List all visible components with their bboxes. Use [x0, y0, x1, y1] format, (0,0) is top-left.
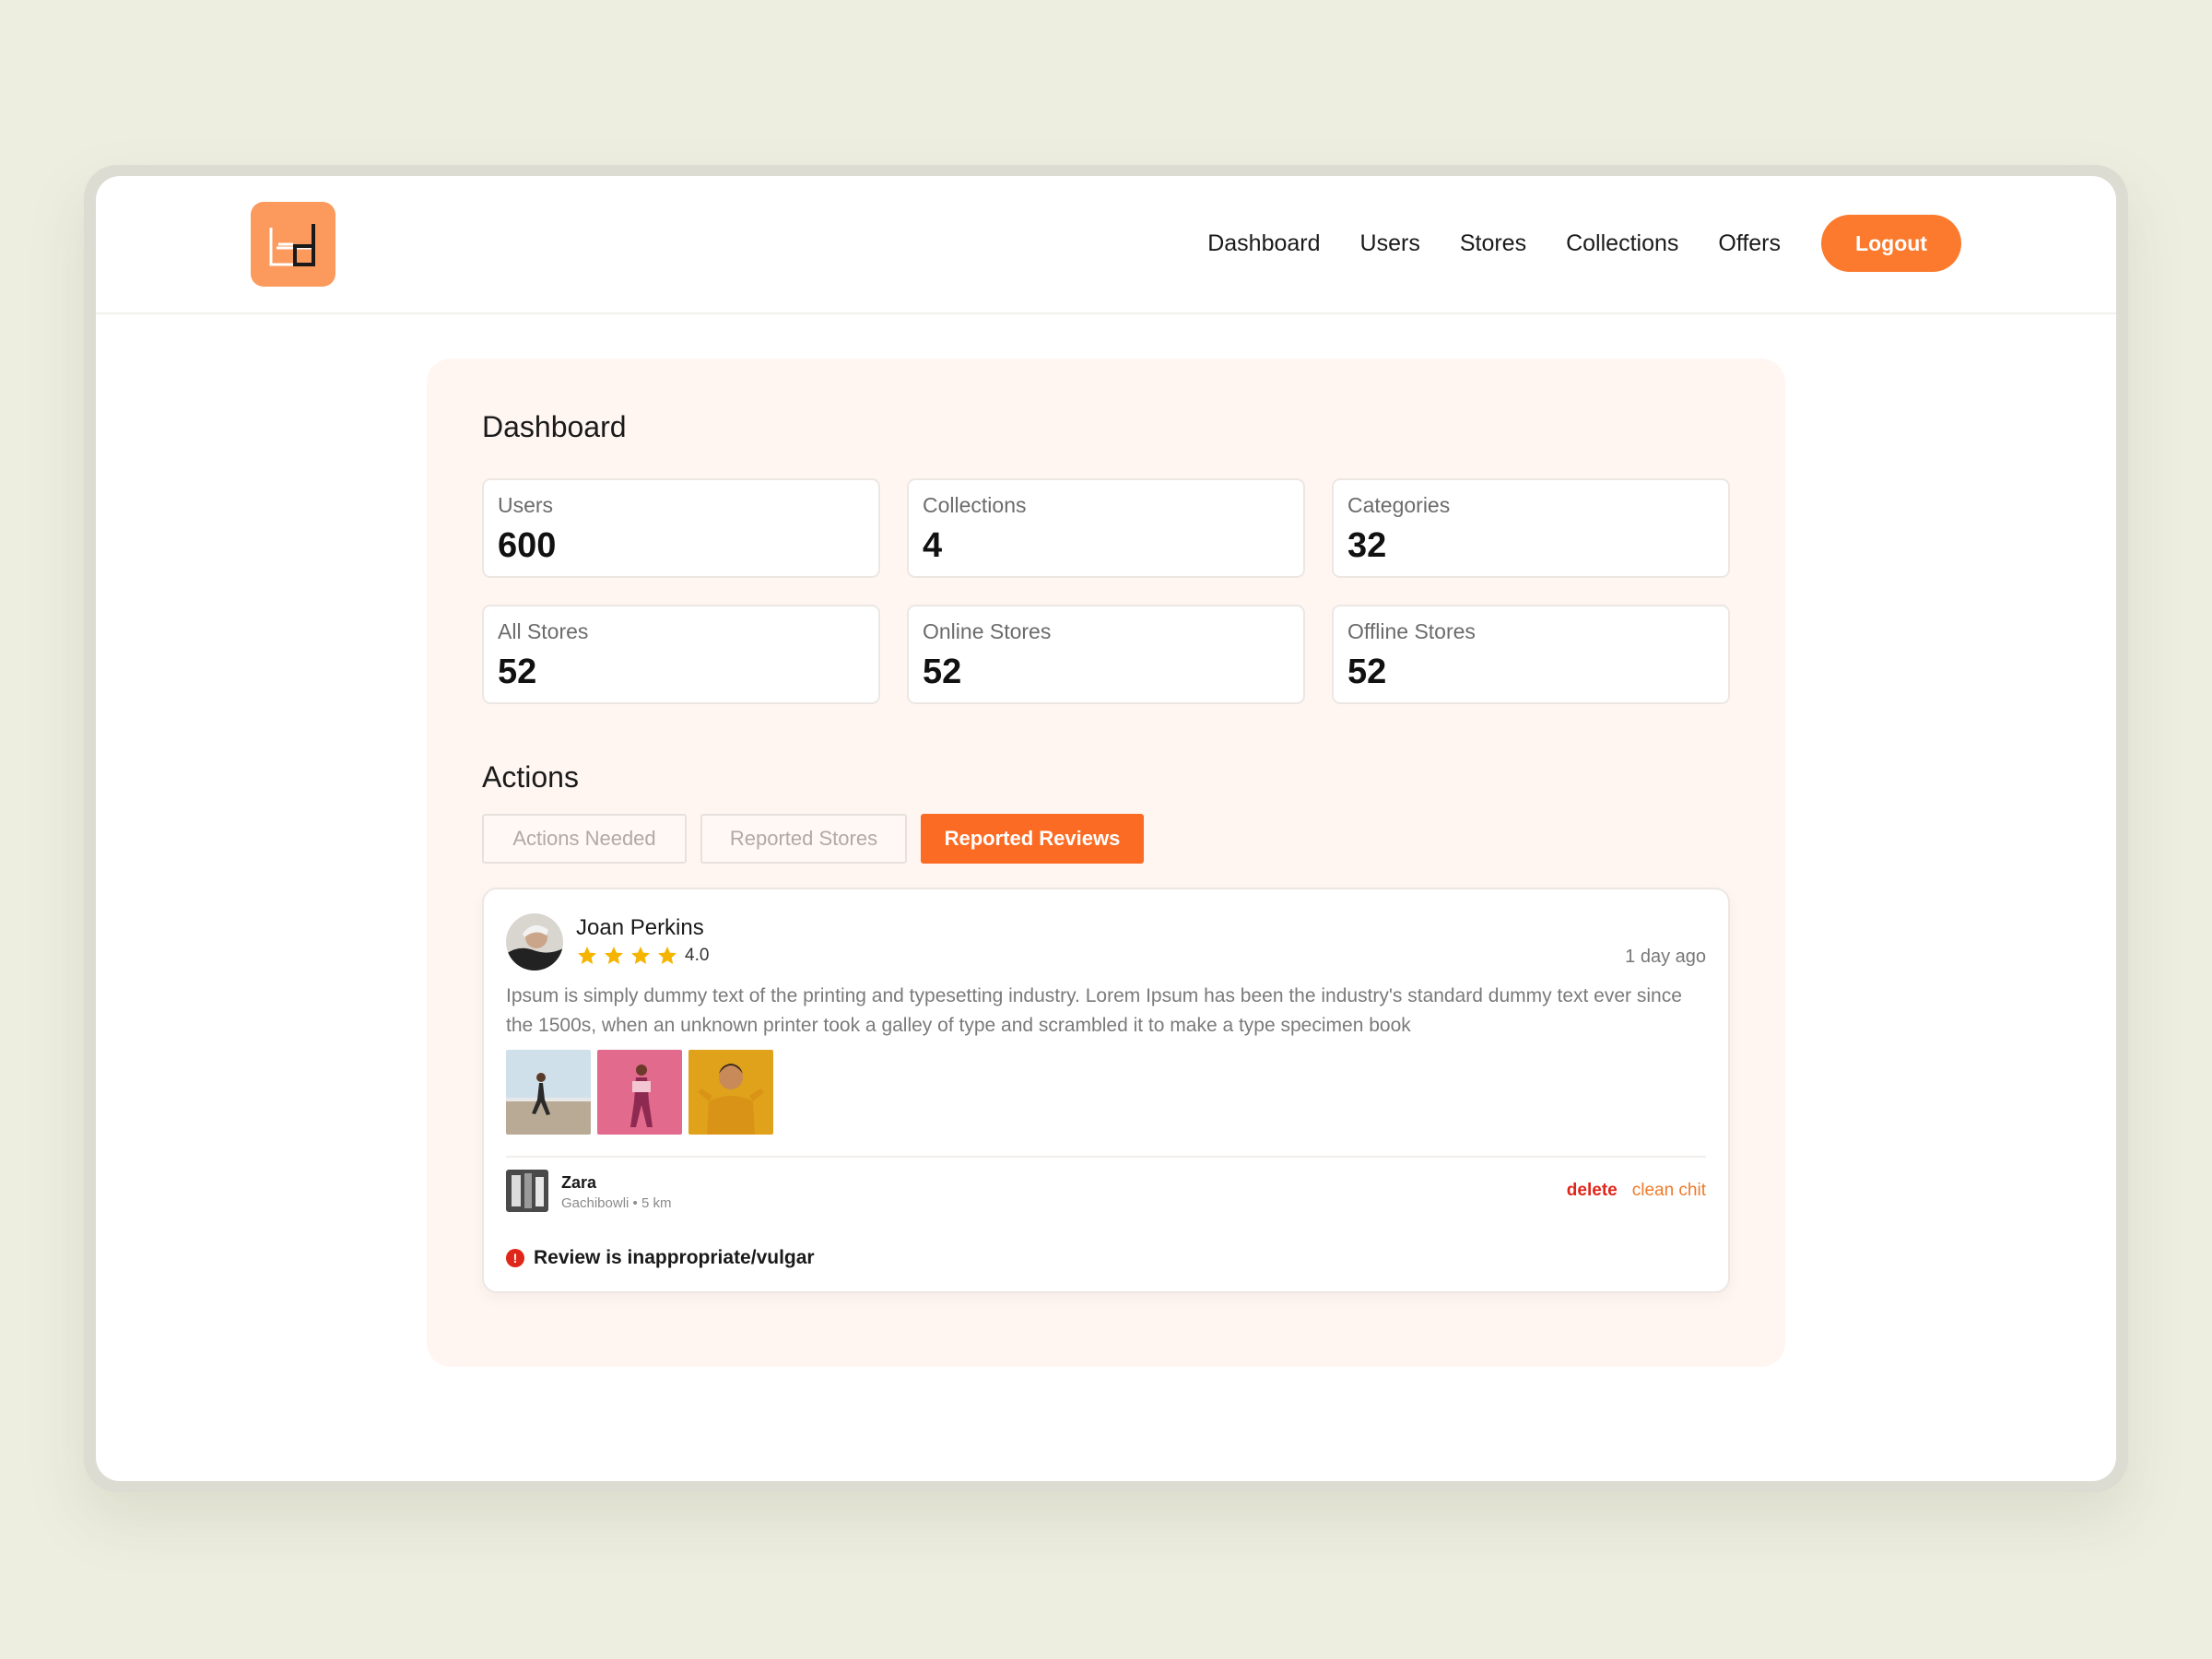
- stat-label: All Stores: [498, 619, 589, 643]
- stat-card-offline-stores[interactable]: Offline Stores 52: [1332, 605, 1730, 704]
- main-nav: Dashboard Users Stores Collections Offer…: [1168, 215, 1961, 272]
- stat-value: 52: [1347, 653, 1387, 691]
- avatar: [506, 913, 563, 971]
- reported-review-card: Joan Perkins 4.0 1 day ago Ipsum is simp…: [482, 888, 1730, 1293]
- top-nav-bar: Dashboard Users Stores Collections Offer…: [96, 176, 2116, 314]
- review-photo[interactable]: [688, 1050, 773, 1135]
- delete-link[interactable]: delete: [1567, 1181, 1618, 1201]
- review-photo[interactable]: [506, 1050, 591, 1135]
- alert-icon: !: [506, 1249, 524, 1267]
- store-location: Gachibowli • 5 km: [561, 1195, 672, 1211]
- review-actions: delete clean chit: [1567, 1181, 1706, 1201]
- bd-logo-icon[interactable]: [251, 202, 335, 287]
- page-title: Dashboard: [482, 410, 627, 443]
- app-window: Dashboard Users Stores Collections Offer…: [96, 176, 2116, 1481]
- stat-value: 600: [498, 526, 557, 565]
- stat-label: Online Stores: [923, 619, 1052, 643]
- dashboard-panel: Dashboard Users 600 Collections 4 Catego…: [427, 359, 1785, 1367]
- stat-value: 52: [498, 653, 537, 691]
- star-icon: [605, 947, 623, 964]
- stat-value: 52: [923, 653, 962, 691]
- divider: [506, 1156, 1706, 1158]
- stat-label: Collections: [923, 493, 1027, 517]
- stat-value: 4: [923, 526, 943, 565]
- rating-value: 4.0: [685, 946, 710, 965]
- star-icon: [631, 947, 650, 964]
- nav-offers[interactable]: Offers: [1718, 230, 1781, 257]
- stat-card-online-stores[interactable]: Online Stores 52: [907, 605, 1305, 704]
- stat-label: Users: [498, 493, 554, 517]
- tab-actions-needed[interactable]: Actions Needed: [482, 814, 687, 864]
- nav-users[interactable]: Users: [1360, 230, 1420, 257]
- reviewer-name: Joan Perkins: [576, 915, 704, 940]
- rating-stars: 4.0: [576, 945, 709, 967]
- clean-chit-link[interactable]: clean chit: [1632, 1181, 1706, 1201]
- nav-collections[interactable]: Collections: [1566, 230, 1678, 257]
- stat-card-users[interactable]: Users 600: [482, 478, 880, 578]
- stat-card-collections[interactable]: Collections 4: [907, 478, 1305, 578]
- report-reason: ! Review is inappropriate/vulgar: [506, 1247, 815, 1269]
- review-photos: [506, 1050, 780, 1135]
- star-icon: [578, 947, 596, 964]
- stat-label: Offline Stores: [1347, 619, 1476, 643]
- device-frame: Dashboard Users Stores Collections Offer…: [84, 165, 2128, 1492]
- nav-stores[interactable]: Stores: [1460, 230, 1526, 257]
- tab-reported-stores[interactable]: Reported Stores: [700, 814, 907, 864]
- actions-heading: Actions: [482, 760, 579, 794]
- star-icon: [658, 947, 677, 964]
- nav-dashboard[interactable]: Dashboard: [1207, 230, 1320, 257]
- logout-button[interactable]: Logout: [1821, 215, 1961, 272]
- stat-card-all-stores[interactable]: All Stores 52: [482, 605, 880, 704]
- stat-label: Categories: [1347, 493, 1451, 517]
- report-reason-text: Review is inappropriate/vulgar: [534, 1247, 815, 1268]
- stat-card-categories[interactable]: Categories 32: [1332, 478, 1730, 578]
- review-text: Ipsum is simply dummy text of the printi…: [506, 985, 1682, 1036]
- review-photo[interactable]: [597, 1050, 682, 1135]
- review-timestamp: 1 day ago: [1625, 947, 1706, 967]
- tab-reported-reviews[interactable]: Reported Reviews: [921, 814, 1144, 864]
- stat-value: 32: [1347, 526, 1387, 565]
- store-thumbnail[interactable]: [506, 1170, 548, 1212]
- store-name[interactable]: Zara: [561, 1173, 596, 1193]
